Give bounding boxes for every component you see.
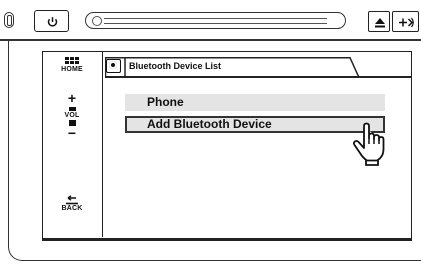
page-title: Bluetooth Device List (129, 61, 222, 71)
home-grid-icon (65, 57, 79, 64)
back-arrow-icon (66, 195, 78, 205)
power-icon (47, 17, 58, 27)
screen-bottom-border (42, 239, 412, 241)
volume-up-button[interactable]: + (68, 91, 76, 105)
head-unit-top-panel (0, 0, 421, 38)
list-item-phone[interactable]: Phone (125, 94, 385, 111)
eject-button[interactable] (368, 11, 390, 32)
volume-control: + VOL − (43, 91, 101, 140)
eject-icon (375, 18, 385, 28)
home-button[interactable]: HOME (43, 57, 101, 73)
list-item-add-bluetooth-device[interactable]: Add Bluetooth Device (125, 116, 385, 133)
disc-slot (85, 12, 346, 29)
bluetooth-device-icon (106, 59, 121, 73)
back-label: BACK (61, 205, 83, 212)
power-button[interactable] (34, 10, 69, 32)
back-button[interactable]: BACK (43, 195, 101, 212)
display-screen: HOME + VOL − BACK Bluetooth Device List (42, 51, 412, 239)
hand-pointer-icon (352, 122, 385, 166)
vol-label: VOL (64, 112, 80, 119)
tab-bluetooth-device-list[interactable]: Bluetooth Device List (105, 57, 359, 77)
sidebar: HOME + VOL − BACK (43, 52, 103, 237)
home-label: HOME (61, 66, 83, 73)
source-button[interactable] (392, 11, 419, 32)
content-area: Bluetooth Device List Phone Add Bluetoot… (105, 52, 411, 237)
source-icon (399, 17, 414, 28)
volume-down-button[interactable]: − (68, 126, 76, 140)
volume-knob[interactable] (4, 12, 14, 28)
volume-level-bar (68, 107, 76, 111)
header-divider (105, 76, 411, 78)
